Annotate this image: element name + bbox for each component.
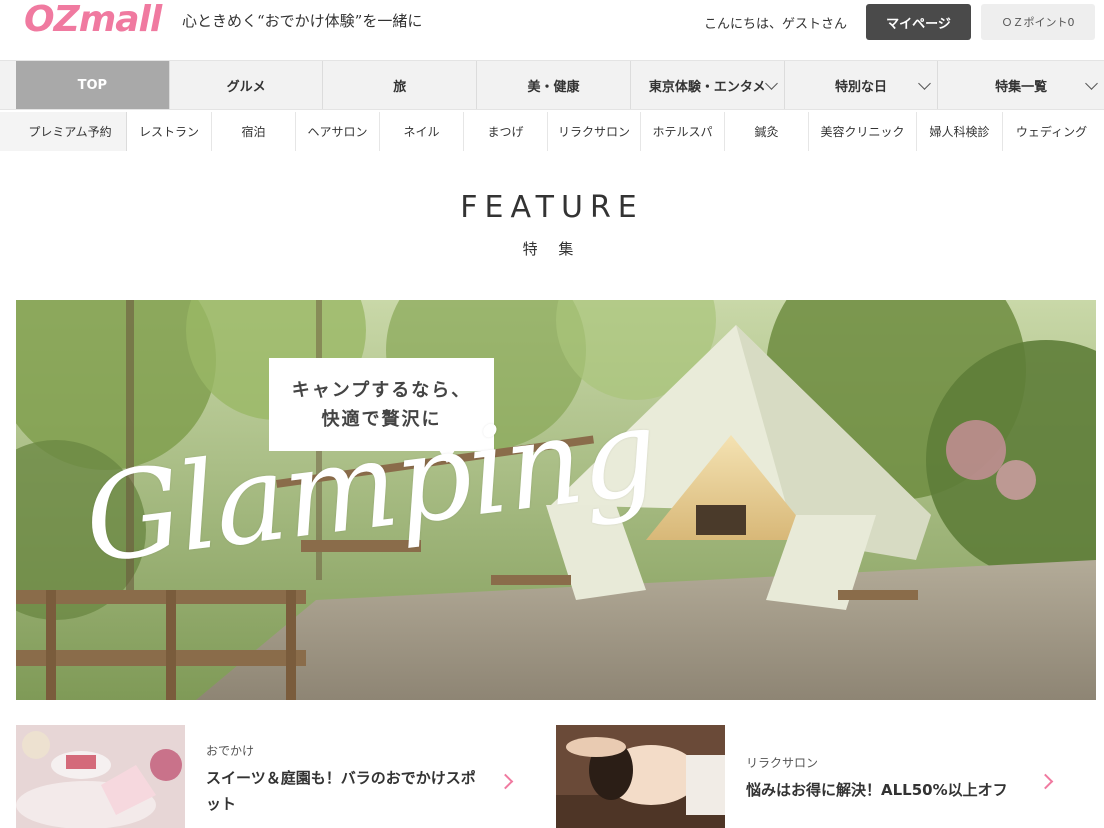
nav-label: 美・健康 — [527, 79, 580, 95]
subnav-item-restaurant[interactable]: レストラン — [127, 112, 212, 151]
feature-card-relax-salon[interactable]: リラクサロン 悩みはお得に解決！ALL50%以上オフ — [556, 725, 1096, 828]
feature-subheading: 特 集 — [522, 240, 582, 258]
nav-label: グルメ — [226, 79, 266, 95]
nav-label: 特集一覧 — [995, 79, 1048, 95]
sub-nav: プレミアム予約 レストラン 宿泊 ヘアサロン ネイル まつげ リラクサロン ホテ… — [0, 112, 1104, 151]
subnav-item-hair-salon[interactable]: ヘアサロン — [296, 112, 380, 151]
subnav-item-nail[interactable]: ネイル — [380, 112, 464, 151]
card-title-line: 悩みはお得に解決！ALL50%以上オフ — [746, 781, 1008, 799]
mypage-button[interactable]: マイページ — [866, 4, 971, 40]
subnav-item-premium[interactable]: プレミアム予約 — [0, 112, 127, 151]
card-thumbnail-sweets — [16, 725, 185, 828]
subnav-item-beauty-clinic[interactable]: 美容クリニック — [809, 112, 917, 151]
card-title: 悩みはお得に解決！ALL50%以上オフ — [746, 777, 1046, 803]
nav-label: 特別な日 — [834, 79, 887, 95]
callout-line-1: キャンプするなら、 — [291, 379, 472, 401]
card-category: おでかけ — [206, 744, 255, 758]
hero-banner-glamping[interactable]: キャンプするなら、 快適で贅沢に Glamping — [16, 300, 1096, 700]
subnav-item-stay[interactable]: 宿泊 — [212, 112, 296, 151]
card-title-line: スイーツ＆庭園も！バラのおでかけスポ — [206, 769, 476, 787]
nav-item-top[interactable]: TOP — [16, 61, 170, 109]
chevron-down-icon — [918, 77, 932, 90]
nav-label: 旅 — [393, 79, 407, 95]
oz-points-button[interactable]: ＯＺポイント0 — [981, 4, 1095, 40]
nav-label: TOP — [77, 77, 108, 93]
chevron-down-icon — [764, 77, 778, 90]
feature-heading: FEATURE — [460, 190, 644, 225]
card-thumbnail-facial — [556, 725, 725, 828]
nav-item-beauty[interactable]: 美・健康 — [477, 61, 631, 109]
subnav-item-eyelash[interactable]: まつげ — [464, 112, 548, 151]
subnav-item-gynecology[interactable]: 婦人科検診 — [917, 112, 1003, 151]
main-nav: TOP グルメ 旅 美・健康 東京体験・エンタメ 特別な日 特集一覧 — [0, 60, 1104, 110]
nav-item-special-day[interactable]: 特別な日 — [785, 61, 939, 109]
feature-card-rose-outing[interactable]: おでかけ スイーツ＆庭園も！バラのおでかけスポ ット — [16, 725, 536, 828]
card-title: スイーツ＆庭園も！バラのおでかけスポ ット — [206, 765, 506, 817]
site-header: OZmall 心ときめく“おでかけ体験”を一緒に こんにちは、ゲストさん マイペ… — [0, 0, 1104, 58]
subnav-item-hotel-spa[interactable]: ホテルスパ — [641, 112, 725, 151]
subnav-item-acupuncture[interactable]: 鍼灸 — [725, 112, 809, 151]
nav-item-travel[interactable]: 旅 — [323, 61, 478, 109]
subnav-item-wedding[interactable]: ウェディング — [1003, 112, 1100, 151]
nav-item-gourmet[interactable]: グルメ — [170, 61, 324, 109]
card-category: リラクサロン — [746, 756, 819, 770]
nav-label: 東京体験・エンタメ — [648, 79, 766, 95]
card-title-line: ット — [206, 795, 237, 813]
ozmall-logo[interactable]: OZmall — [24, 0, 162, 40]
tagline: 心ときめく“おでかけ体験”を一緒に — [182, 12, 423, 30]
subnav-item-relax-salon[interactable]: リラクサロン — [548, 112, 641, 151]
chevron-down-icon — [1085, 77, 1098, 90]
greeting-text: こんにちは、ゲストさん — [704, 17, 848, 32]
nav-item-features[interactable]: 特集一覧 — [938, 61, 1104, 109]
nav-item-tokyo-experience[interactable]: 東京体験・エンタメ — [631, 61, 785, 109]
